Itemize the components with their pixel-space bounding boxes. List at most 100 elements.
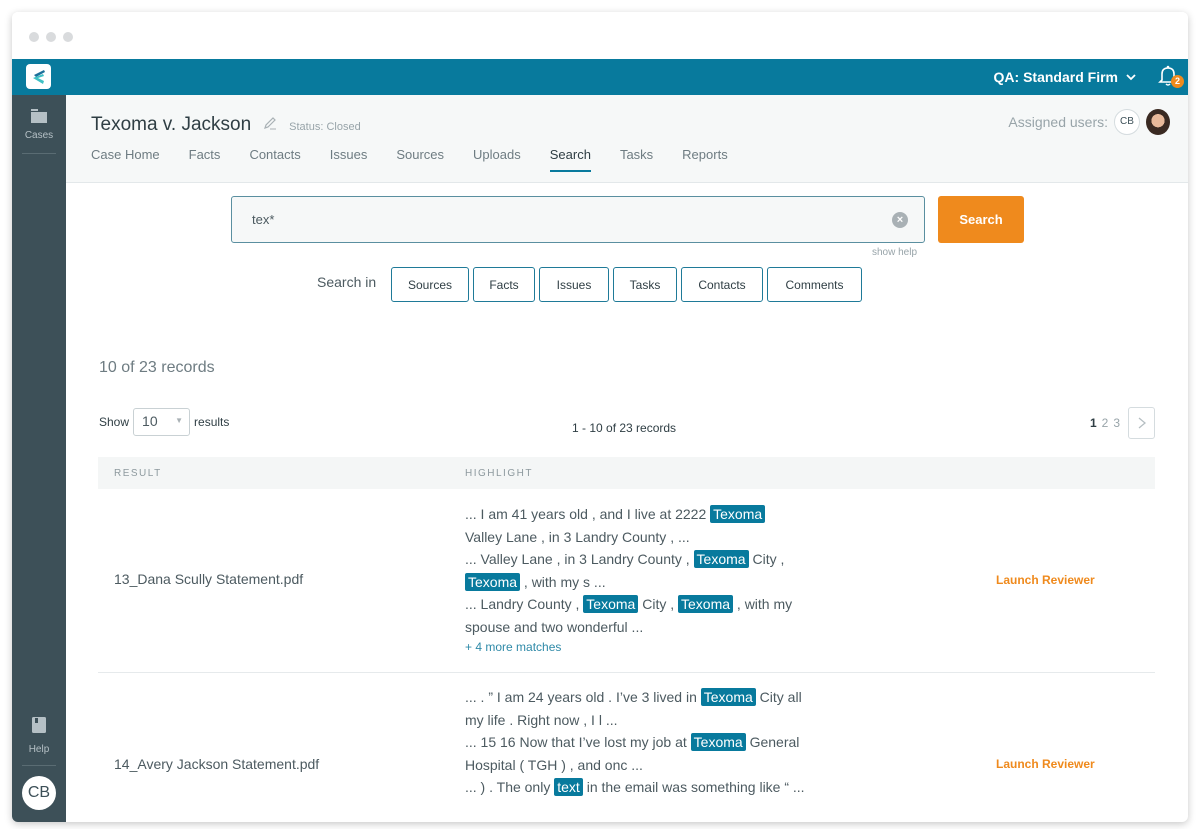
page-size-value: 10 (142, 413, 158, 429)
sidebar-item-label: Cases (24, 130, 54, 141)
match-highlight: Texoma (465, 572, 521, 591)
tab-uploads[interactable]: Uploads (473, 147, 521, 171)
case-tabs: Case Home Facts Contacts Issues Sources … (91, 147, 757, 172)
dropdown-arrow-icon: ▼ (175, 416, 184, 425)
snippet-text: Valley Lane , in 3 Landry County , ... (465, 528, 690, 545)
tab-issues[interactable]: Issues (330, 147, 368, 171)
chevron-right-icon (1138, 417, 1146, 429)
show-label: Show (99, 415, 130, 429)
snippet-text: ... Landry County , (465, 596, 584, 612)
search-input[interactable] (252, 212, 852, 227)
page-link-2[interactable]: 2 (1102, 416, 1109, 430)
app-window: QA: Standard Firm 2 Cases Help CB Texoma… (12, 12, 1188, 822)
result-file-name[interactable]: 13_Dana Scully Statement.pdf (114, 571, 303, 587)
more-matches-link[interactable]: + 4 more matches (465, 640, 561, 654)
maximize-dot[interactable] (63, 32, 73, 42)
tab-case-home[interactable]: Case Home (91, 147, 160, 171)
highlight-snippet: ... Valley Lane , in 3 Landry County , T… (465, 548, 805, 593)
notifications-button[interactable]: 2 (1158, 65, 1184, 91)
launch-reviewer-link[interactable]: Launch Reviewer (996, 757, 1095, 771)
match-highlight: Texoma (693, 550, 749, 568)
tab-reports[interactable]: Reports (682, 147, 728, 171)
page-link-3[interactable]: 3 (1113, 416, 1120, 430)
case-title-row: Texoma v. Jackson Status: Closed (91, 114, 361, 136)
search-in-label: Search in (317, 274, 377, 290)
launch-reviewer-link[interactable]: Launch Reviewer (996, 573, 1095, 587)
folder-icon (31, 109, 47, 123)
edit-pencil-icon[interactable] (263, 116, 277, 130)
table-row: 13_Dana Scully Statement.pdf ... I am 41… (98, 489, 1155, 673)
next-page-button[interactable] (1128, 407, 1155, 439)
book-icon (32, 717, 46, 733)
app-logo-icon[interactable] (26, 64, 51, 89)
highlight-snippet: ... . ” I am 24 years old . I’ve 3 lived… (465, 686, 805, 731)
highlight-snippet: ... 15 16 Now that I’ve lost my job at T… (465, 731, 805, 776)
close-dot[interactable] (29, 32, 39, 42)
tab-sources[interactable]: Sources (396, 147, 444, 171)
snippet-text: City , (638, 596, 678, 612)
column-header-result: RESULT (114, 468, 162, 479)
highlight-snippets: ... I am 41 years old , and I live at 22… (465, 503, 805, 638)
window-titlebar (12, 12, 1188, 59)
search-button[interactable]: Search (938, 196, 1024, 243)
match-highlight: text (554, 778, 583, 796)
page-size-select[interactable]: 10 ▼ (133, 408, 191, 436)
top-navbar: QA: Standard Firm 2 (12, 59, 1188, 95)
clear-search-icon[interactable]: × (892, 212, 908, 228)
user-avatar[interactable]: CB (22, 776, 56, 810)
snippet-text: in the email was something like “ ... (582, 779, 805, 795)
highlight-snippets: ... . ” I am 24 years old . I’ve 3 lived… (465, 686, 805, 799)
match-highlight: Texoma (710, 505, 766, 523)
tab-facts[interactable]: Facts (189, 147, 221, 171)
match-highlight: Texoma (690, 733, 746, 751)
snippet-text: City , (748, 551, 785, 567)
show-help-link[interactable]: show help (872, 247, 917, 258)
match-highlight: Texoma (700, 688, 756, 706)
sidebar-item-label: Help (28, 744, 50, 755)
assigned-users: Assigned users: CB (1008, 109, 1170, 135)
chevron-down-icon (1126, 74, 1136, 81)
match-highlight: Texoma (678, 595, 734, 613)
tab-contacts[interactable]: Contacts (249, 147, 300, 171)
filter-issues[interactable]: Issues (539, 267, 609, 302)
filter-sources[interactable]: Sources (391, 267, 469, 302)
page-size-control: Show 10 ▼ results (99, 408, 229, 436)
highlight-snippet: ... Landry County , Texoma City , Texoma… (465, 593, 805, 638)
sidebar-divider (22, 153, 56, 154)
assigned-users-label: Assigned users: (1008, 114, 1108, 130)
snippet-text: , with my s ... (520, 573, 606, 590)
snippet-text: ... . ” I am 24 years old . I’ve 3 lived… (465, 689, 701, 705)
sidebar-item-cases[interactable]: Cases (12, 109, 66, 141)
window-controls (29, 32, 73, 42)
filter-comments[interactable]: Comments (767, 267, 862, 302)
results-table-header: RESULT HIGHLIGHT (98, 457, 1155, 489)
tab-tasks[interactable]: Tasks (620, 147, 653, 171)
assigned-user-avatar[interactable]: CB (1114, 109, 1140, 135)
filter-tasks[interactable]: Tasks (613, 267, 677, 302)
snippet-text: ... 15 16 Now that I’ve lost my job at (465, 734, 691, 750)
result-file-name[interactable]: 14_Avery Jackson Statement.pdf (114, 756, 319, 772)
firm-selector[interactable]: QA: Standard Firm (994, 69, 1136, 85)
assigned-user-photo[interactable] (1146, 109, 1170, 135)
minimize-dot[interactable] (46, 32, 56, 42)
page-link-1[interactable]: 1 (1090, 416, 1097, 430)
filter-contacts[interactable]: Contacts (681, 267, 763, 302)
firm-name: QA: Standard Firm (993, 69, 1118, 85)
sidebar-divider (22, 765, 56, 766)
search-scope-filters: Sources Facts Issues Tasks Contacts Comm… (391, 267, 862, 302)
tab-search[interactable]: Search (549, 147, 592, 172)
match-highlight: Texoma (583, 595, 639, 613)
records-range: 1 - 10 of 23 records (572, 421, 677, 435)
filter-facts[interactable]: Facts (473, 267, 535, 302)
status-badge: Status: Closed (289, 121, 361, 133)
search-box: × (231, 196, 925, 243)
pagination: 1 2 3 (1090, 407, 1155, 439)
highlight-snippet: ... I am 41 years old , and I live at 22… (465, 503, 805, 548)
sidebar: Cases Help CB (12, 95, 66, 822)
results-label: results (194, 415, 230, 429)
page-title: Texoma v. Jackson (91, 114, 252, 135)
sidebar-item-help[interactable]: Help (12, 717, 66, 755)
column-header-highlight: HIGHLIGHT (465, 468, 533, 479)
records-count-title: 10 of 23 records (99, 359, 215, 376)
snippet-text: ... ) . The only (465, 779, 555, 795)
